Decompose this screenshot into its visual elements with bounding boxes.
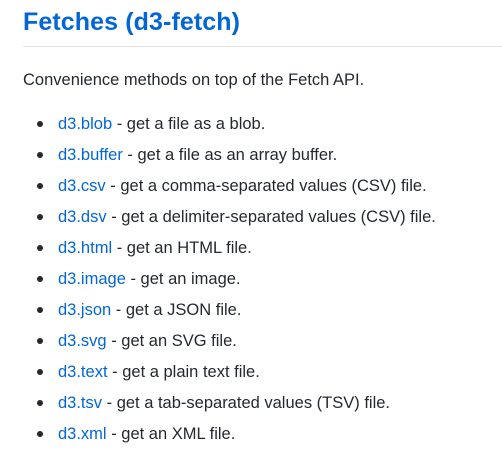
bullet-icon: [37, 152, 43, 158]
api-description: - get an XML file.: [106, 425, 236, 443]
api-link-csv[interactable]: d3.csv: [58, 177, 106, 195]
section-intro: Convenience methods on top of the Fetch …: [23, 71, 365, 89]
list-item: d3.html - get an HTML file.: [37, 236, 497, 267]
api-description: - get a delimiter-separated values (CSV)…: [106, 208, 436, 226]
api-link-image[interactable]: d3.image: [58, 270, 126, 288]
document-page: Fetches (d3-fetch) Convenience methods o…: [0, 0, 502, 451]
api-link-blob[interactable]: d3.blob: [58, 115, 112, 133]
api-description: - get a tab-separated values (TSV) file.: [102, 394, 390, 412]
bullet-icon: [37, 431, 43, 437]
api-description: - get an SVG file.: [106, 332, 237, 350]
bullet-icon: [37, 183, 43, 189]
list-item: d3.dsv - get a delimiter-separated value…: [37, 205, 497, 236]
api-link-json[interactable]: d3.json: [58, 301, 111, 319]
section-title: Fetches (d3-fetch): [23, 8, 241, 36]
api-link-buffer[interactable]: d3.buffer: [58, 146, 123, 164]
api-link-text[interactable]: d3.text: [58, 363, 108, 381]
api-link-xml[interactable]: d3.xml: [58, 425, 107, 443]
api-link-dsv[interactable]: d3.dsv: [58, 208, 107, 226]
bullet-icon: [37, 400, 43, 406]
bullet-icon: [37, 245, 43, 251]
api-link-tsv[interactable]: d3.tsv: [58, 394, 102, 412]
api-description: - get a JSON file.: [111, 301, 242, 319]
api-description: - get an image.: [125, 270, 241, 288]
api-description: - get an HTML file.: [112, 239, 252, 257]
bullet-icon: [37, 369, 43, 375]
list-item: d3.buffer - get a file as an array buffe…: [37, 143, 497, 174]
list-item: d3.json - get a JSON file.: [37, 298, 497, 329]
list-item: d3.tsv - get a tab-separated values (TSV…: [37, 391, 497, 422]
api-description: - get a file as a blob.: [112, 115, 266, 133]
list-item: d3.svg - get an SVG file.: [37, 329, 497, 360]
list-item: d3.image - get an image.: [37, 267, 497, 298]
list-item: d3.xml - get an XML file.: [37, 422, 497, 453]
api-description: - get a comma-separated values (CSV) fil…: [105, 177, 427, 195]
bullet-icon: [37, 121, 43, 127]
bullet-icon: [37, 338, 43, 344]
list-item: d3.text - get a plain text file.: [37, 360, 497, 391]
list-item: d3.blob - get a file as a blob.: [37, 112, 497, 143]
api-description: - get a plain text file.: [107, 363, 260, 381]
heading-divider: [23, 46, 502, 47]
list-item: d3.csv - get a comma-separated values (C…: [37, 174, 497, 205]
bullet-icon: [37, 307, 43, 313]
api-description: - get a file as an array buffer.: [122, 146, 338, 164]
api-link-svg[interactable]: d3.svg: [58, 332, 107, 350]
bullet-icon: [37, 214, 43, 220]
api-method-list: d3.blob - get a file as a blob. d3.buffe…: [37, 112, 497, 453]
bullet-icon: [37, 276, 43, 282]
api-link-html[interactable]: d3.html: [58, 239, 112, 257]
